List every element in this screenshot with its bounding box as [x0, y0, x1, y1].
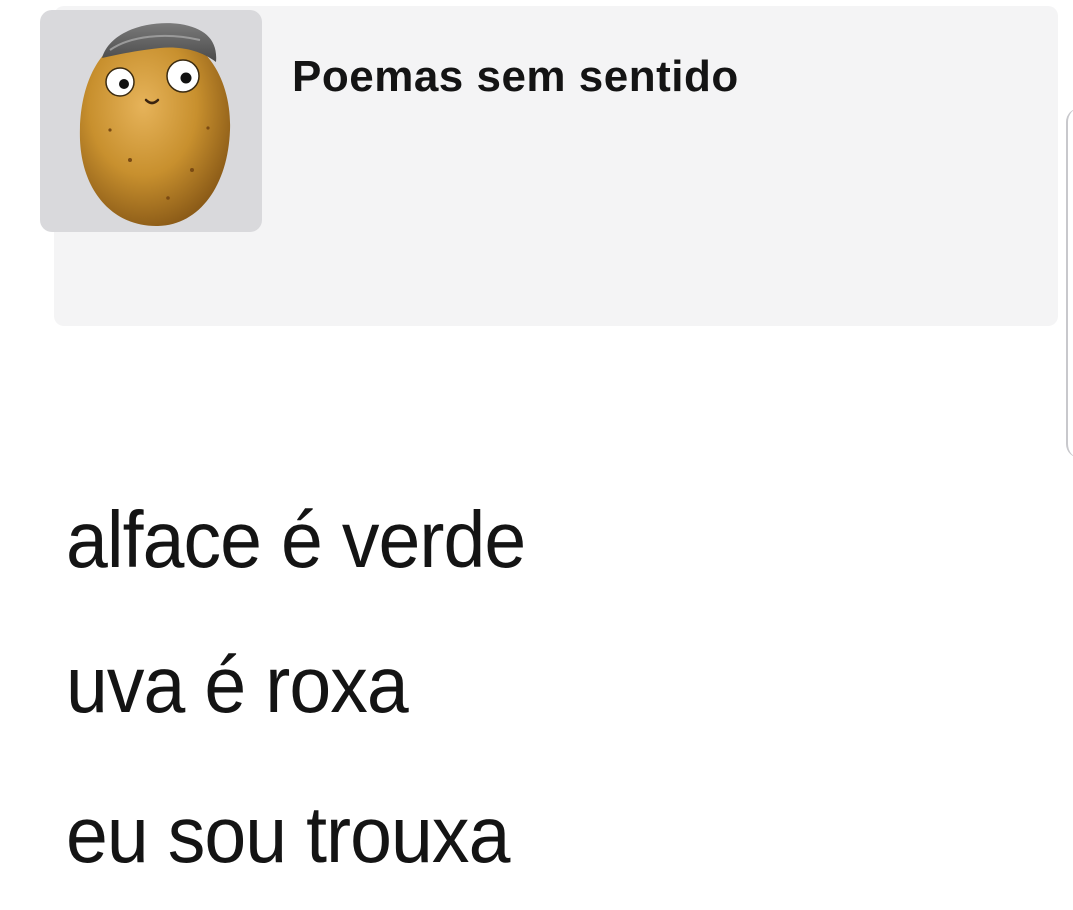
page-name[interactable]: Poemas sem sentido	[292, 52, 739, 102]
potato-face-icon	[79, 23, 231, 227]
poem-line: uva é roxa	[66, 640, 409, 729]
poem-line: alface é verde	[66, 495, 526, 584]
poem-text: alface é verde uva é roxa eu sou trouxa	[66, 470, 555, 910]
post-screenshot: Poemas sem sentido alface é verde uva é …	[0, 0, 1073, 883]
poem-line: eu sou trouxa	[66, 790, 510, 879]
scrollbar-edge	[1066, 108, 1073, 458]
avatar[interactable]	[40, 10, 262, 232]
